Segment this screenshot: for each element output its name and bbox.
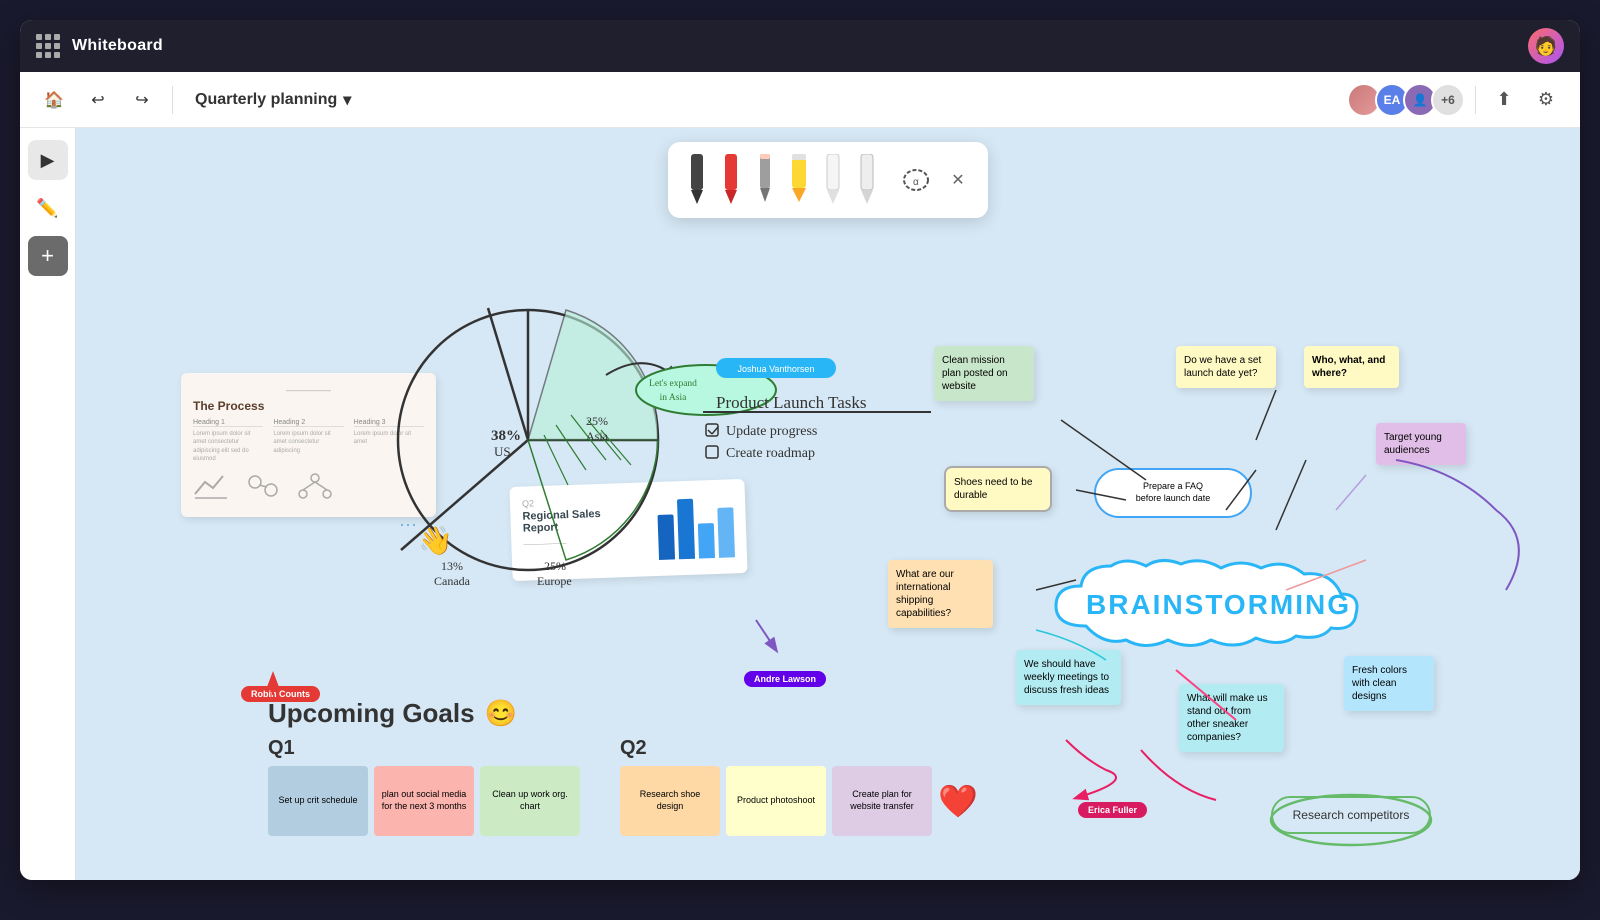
svg-text:α: α <box>913 177 919 188</box>
pen-red[interactable] <box>718 150 744 210</box>
app-title: Whiteboard <box>72 37 163 55</box>
svg-text:Joshua Vanthorsen: Joshua Vanthorsen <box>738 364 815 374</box>
add-tool-button[interactable]: + <box>28 236 68 276</box>
brainstorm-cloud: BRAINSTORMING <box>1036 556 1376 651</box>
svg-text:BRAINSTORMING: BRAINSTORMING <box>1086 589 1351 620</box>
q2-cards: Research shoe design Product photoshoot … <box>620 766 978 836</box>
svg-text:Product Launch Tasks: Product Launch Tasks <box>716 393 867 412</box>
undo-button[interactable]: ↩ <box>80 82 116 118</box>
sales-card-title: Regional SalesReport <box>522 508 601 535</box>
process-card-cols: Heading 1 Lorem ipsum dolor sit amet con… <box>193 419 424 464</box>
q2-card-1[interactable]: Research shoe design <box>620 766 720 836</box>
sticky-note-7[interactable]: We should have weekly meetings to discus… <box>1016 650 1121 705</box>
pen-black[interactable] <box>684 150 710 210</box>
svg-text:US: US <box>494 444 511 459</box>
avatar-group: EA 👤 +6 <box>1347 83 1465 117</box>
select-tool-button[interactable]: ▶ <box>28 140 68 180</box>
share-button[interactable]: ⬆ <box>1486 82 1522 118</box>
svg-text:25%: 25% <box>586 414 608 428</box>
pen-tool-button[interactable]: ✏️ <box>28 188 68 228</box>
svg-text:Let's expand: Let's expand <box>649 379 697 389</box>
upcoming-goals-section: Upcoming Goals 😊 Q1 Set up crit schedule… <box>268 698 978 836</box>
toolbar-divider <box>172 86 173 114</box>
q1-cards: Set up crit schedule plan out social med… <box>268 766 580 836</box>
redo-button[interactable]: ↪ <box>124 82 160 118</box>
sticky-note-4[interactable]: Target young audiences <box>1376 423 1466 465</box>
canvas[interactable]: 38% US 25% Asia 13% Canada 25% Europe Le… <box>76 128 1580 880</box>
svg-text:Create roadmap: Create roadmap <box>726 446 815 461</box>
side-toolbar: ▶ ✏️ + <box>20 128 76 880</box>
pen-toolbar: α ✕ <box>668 142 988 218</box>
q2-card-2[interactable]: Product photoshoot <box>726 766 826 836</box>
process-card-title: The Process <box>193 399 424 413</box>
home-button[interactable]: 🏠 <box>36 82 72 118</box>
sticky-note-2[interactable]: Do we have a set launch date yet? <box>1176 346 1276 388</box>
sticky-note-8[interactable]: What will make us stand out from other s… <box>1179 684 1284 752</box>
sticky-note-3[interactable]: Who, what, and where? <box>1304 346 1399 388</box>
toolbar-divider-2 <box>1475 86 1476 114</box>
svg-text:👋: 👋 <box>418 525 453 557</box>
svg-text:Asia: Asia <box>586 429 609 443</box>
faq-callout: Prepare a FAQbefore launch date <box>1094 468 1252 518</box>
eraser-1[interactable] <box>820 150 846 210</box>
q2-label: Q2 <box>620 737 978 760</box>
apps-grid-icon[interactable] <box>36 34 60 58</box>
svg-text:Update progress: Update progress <box>726 424 817 439</box>
lasso-tool[interactable]: α <box>896 160 936 200</box>
q1-section: Q1 Set up crit schedule plan out social … <box>268 737 580 836</box>
pen-toolbar-close[interactable]: ✕ <box>944 166 972 194</box>
svg-text:Canada: Canada <box>434 574 471 588</box>
andre-lawson-badge: Andre Lawson <box>744 671 826 687</box>
chevron-down-icon: ▾ <box>343 90 351 110</box>
q2-card-3[interactable]: Create plan for website transfer <box>832 766 932 836</box>
svg-text:···: ··· <box>399 514 417 534</box>
main-area: ▶ ✏️ + <box>20 128 1580 880</box>
main-toolbar: 🏠 ↩ ↪ Quarterly planning ▾ EA 👤 +6 ⬆ ⚙ <box>20 72 1580 128</box>
title-bar: Whiteboard 🧑 <box>20 20 1580 72</box>
svg-text:in Asia: in Asia <box>660 393 687 403</box>
research-competitors-callout: Research competitors <box>1271 796 1431 834</box>
board-title: Quarterly planning <box>195 91 337 109</box>
upcoming-goals-title: Upcoming Goals <box>268 698 475 729</box>
board-title-area[interactable]: Quarterly planning ▾ <box>185 84 361 116</box>
heart-emoji: ❤️ <box>938 782 978 820</box>
sales-card: Q2 Regional SalesReport ___________ <box>509 479 747 581</box>
pen-gray[interactable] <box>752 150 778 210</box>
sticky-note-6[interactable]: What are our international shipping capa… <box>888 560 993 628</box>
app-window: Whiteboard 🧑 🏠 ↩ ↪ Quarterly planning ▾ … <box>20 20 1580 880</box>
sticky-note-5[interactable]: Shoes need to be durable <box>944 466 1052 512</box>
q1-card-3[interactable]: Clean up work org. chart <box>480 766 580 836</box>
process-card-header: ————— <box>193 385 424 395</box>
erica-fuller-badge: Erica Fuller <box>1078 802 1147 818</box>
pen-yellow[interactable] <box>786 150 812 210</box>
q1-card-1[interactable]: Set up crit schedule <box>268 766 368 836</box>
toolbar-right: EA 👤 +6 ⬆ ⚙ <box>1347 82 1564 118</box>
user-avatar-title[interactable]: 🧑 <box>1528 28 1564 64</box>
svg-text:38%: 38% <box>491 428 521 444</box>
settings-button[interactable]: ⚙ <box>1528 82 1564 118</box>
q2-section: Q2 Research shoe design Product photosho… <box>620 737 978 836</box>
q1-card-2[interactable]: plan out social media for the next 3 mon… <box>374 766 474 836</box>
process-card: ————— The Process Heading 1 Lorem ipsum … <box>181 373 436 517</box>
sticky-note-1[interactable]: Clean mission plan posted on website <box>934 346 1034 401</box>
avatar-count[interactable]: +6 <box>1431 83 1465 117</box>
goals-emoji: 😊 <box>485 698 517 729</box>
svg-text:13%: 13% <box>441 559 463 573</box>
sticky-note-9[interactable]: Fresh colors with clean designs <box>1344 656 1434 711</box>
q1-label: Q1 <box>268 737 580 760</box>
eraser-2[interactable] <box>854 150 880 210</box>
process-card-icons <box>193 472 424 505</box>
sales-card-quarter: Q2 <box>522 496 601 509</box>
